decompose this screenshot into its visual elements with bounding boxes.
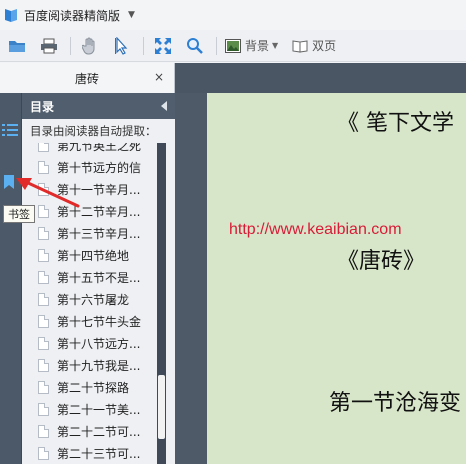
background-label: 背景 bbox=[245, 39, 270, 53]
open-folder-icon[interactable] bbox=[6, 35, 28, 57]
title-bar: 百度阅读器精简版 ▼ bbox=[0, 0, 466, 30]
page-url: http://www.keaibian.com bbox=[229, 221, 402, 238]
zoom-icon[interactable] bbox=[184, 35, 206, 57]
toc-item[interactable]: 第十三节辛月... bbox=[22, 222, 175, 244]
document-icon bbox=[38, 424, 49, 438]
document-icon bbox=[38, 336, 49, 350]
document-icon bbox=[38, 380, 49, 394]
document-icon bbox=[38, 226, 49, 240]
toc-item[interactable]: 第十七节牛头金 bbox=[22, 310, 175, 332]
print-icon[interactable] bbox=[38, 35, 60, 57]
page-heading: 《 笔下文学 bbox=[337, 111, 454, 136]
toc-title: 目录 bbox=[30, 99, 55, 114]
hand-icon[interactable] bbox=[79, 35, 101, 57]
toolbar-separator bbox=[143, 36, 144, 55]
close-icon[interactable]: × bbox=[154, 70, 164, 84]
document-page: 《 笔下文学 http://www.keaibian.com 《唐砖》 第一节沧… bbox=[207, 93, 466, 464]
toc-item[interactable]: 第二十二节可... bbox=[22, 420, 175, 442]
toc-item[interactable]: 第九节英王之死 bbox=[22, 143, 175, 156]
baidu-reader-logo-icon bbox=[4, 7, 18, 23]
page-book-title: 《唐砖》 bbox=[337, 249, 426, 274]
fullscreen-icon[interactable] bbox=[152, 35, 174, 57]
toc-item[interactable]: 第十九节我是... bbox=[22, 354, 175, 376]
toc-list-icon[interactable] bbox=[2, 123, 18, 140]
double-page-label: 双页 bbox=[312, 39, 337, 53]
toc-subtitle: 目录由阅读器自动提取： bbox=[30, 124, 157, 138]
document-icon bbox=[38, 402, 49, 416]
double-page-button[interactable]: 双页 bbox=[292, 37, 336, 54]
app-title: 百度阅读器精简版 bbox=[24, 8, 121, 23]
toc-header: 目录 bbox=[22, 93, 175, 119]
tab-bar: 唐砖 × bbox=[0, 63, 466, 93]
select-cursor-icon[interactable] bbox=[111, 35, 133, 57]
document-icon bbox=[38, 270, 49, 284]
toc-item[interactable]: 第二十一节美... bbox=[22, 398, 175, 420]
toc-item[interactable]: 第二十三节可... bbox=[22, 442, 175, 464]
scroll-thumb[interactable] bbox=[158, 375, 165, 439]
side-icon-strip bbox=[0, 93, 22, 464]
toolbar-separator bbox=[216, 36, 217, 55]
toc-item[interactable]: 第十四节绝地 bbox=[22, 244, 175, 266]
document-icon bbox=[38, 314, 49, 328]
toc-item[interactable]: 第二十节探路 bbox=[22, 376, 175, 398]
toc-item[interactable]: 第十八节远方... bbox=[22, 332, 175, 354]
red-arrow-annotation bbox=[16, 178, 80, 208]
title-menu-dropdown-icon[interactable]: ▼ bbox=[128, 10, 135, 20]
toc-scrollbar[interactable] bbox=[157, 143, 166, 464]
document-icon bbox=[38, 446, 49, 460]
book-icon bbox=[292, 39, 308, 53]
document-area: 《 笔下文学 http://www.keaibian.com 《唐砖》 第一节沧… bbox=[175, 93, 466, 464]
toolbar-separator bbox=[70, 36, 71, 55]
background-button[interactable]: 背景 ▼ bbox=[225, 37, 278, 54]
collapse-arrow-icon[interactable] bbox=[161, 101, 167, 111]
page-chapter-title: 第一节沧海变 bbox=[329, 391, 462, 416]
chevron-down-icon: ▼ bbox=[272, 41, 279, 50]
toolbar: 背景 ▼ 双页 bbox=[0, 30, 466, 62]
background-icon bbox=[225, 38, 241, 53]
tab-label: 唐砖 bbox=[74, 71, 99, 86]
bookmark-tooltip: 书签 bbox=[3, 205, 35, 223]
document-icon bbox=[38, 248, 49, 262]
toc-item[interactable]: 第十六节屠龙 bbox=[22, 288, 175, 310]
document-icon bbox=[38, 292, 49, 306]
document-icon bbox=[38, 143, 49, 152]
toc-item[interactable]: 第十五节不是... bbox=[22, 266, 175, 288]
document-icon bbox=[38, 358, 49, 372]
toc-panel: 目录 目录由阅读器自动提取： 第九节英王之死 第十节远方的信 第十一节辛月...… bbox=[22, 93, 175, 464]
tab-document[interactable]: 唐砖 × bbox=[0, 63, 175, 93]
